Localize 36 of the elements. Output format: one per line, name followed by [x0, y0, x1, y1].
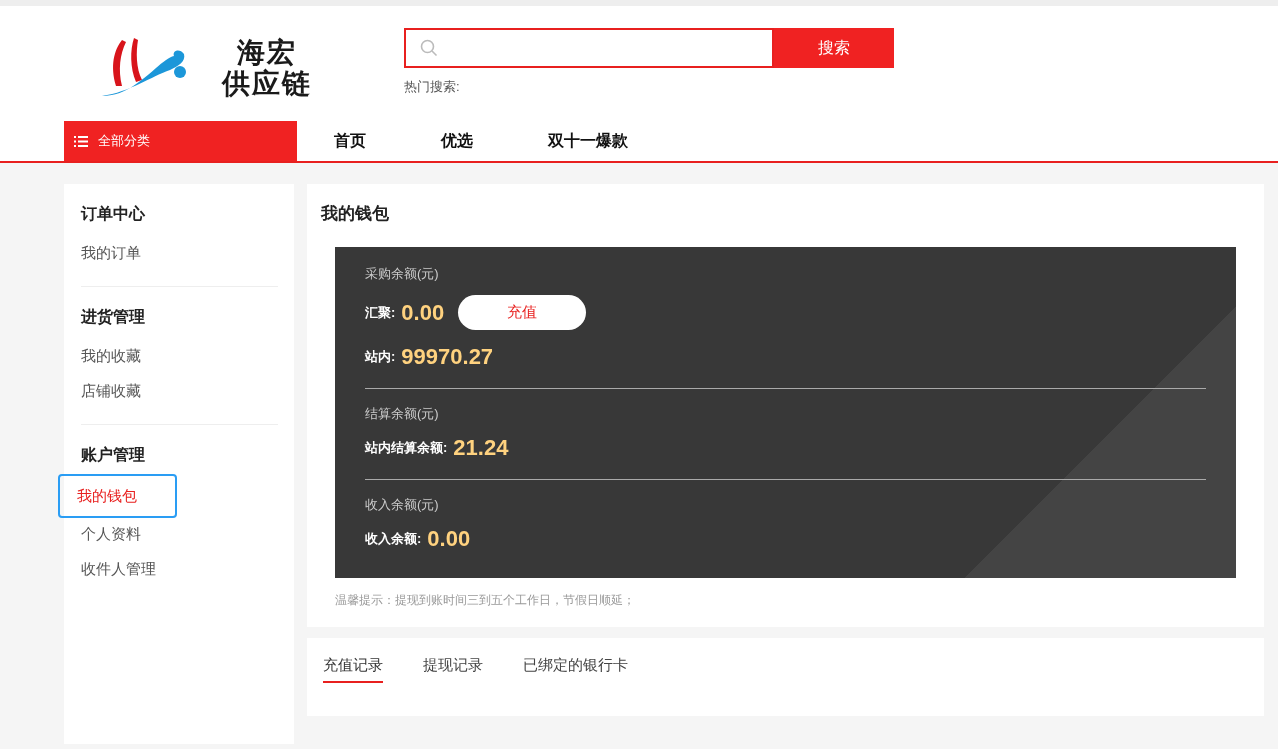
sidebar-item[interactable]: 我的订单 [81, 235, 141, 270]
sidebar-heading: 订单中心 [81, 204, 146, 224]
balance-amount: 21.24 [453, 435, 509, 461]
panel-title: 我的钱包 [321, 203, 390, 225]
balance-amount: 0.00 [427, 526, 471, 552]
menu-icon [74, 135, 88, 147]
balance-heading: 结算余额(元) [365, 405, 440, 423]
balance-heading: 收入余额(元) [365, 496, 440, 514]
sidebar-item[interactable]: 我的收藏 [81, 338, 141, 373]
notice-text: 温馨提示：提现到账时间三到五个工作日，节假日顺延； [335, 592, 636, 609]
tab[interactable]: 提现记录 [423, 656, 483, 683]
nav-link[interactable]: 双十一爆款 [548, 121, 628, 161]
balance-heading: 采购余额(元) [365, 265, 440, 283]
balance-label: 收入余额: [365, 530, 422, 548]
logo-text: 海宏 供应链 [222, 37, 312, 99]
tab[interactable]: 已绑定的银行卡 [523, 656, 628, 683]
tab[interactable]: 充值记录 [323, 656, 383, 683]
search-icon [420, 39, 438, 57]
hot-search-label: 热门搜索: [404, 78, 461, 96]
balance-label: 站内结算余额: [365, 439, 448, 457]
nav-link[interactable]: 首页 [334, 121, 366, 161]
sidebar-item[interactable]: 个人资料 [81, 516, 141, 551]
recharge-button[interactable]: 充值 [458, 295, 587, 330]
search-button[interactable]: 搜索 [774, 28, 894, 68]
balance-amount: 0.00 [401, 299, 445, 326]
all-categories-button[interactable]: 全部分类 [64, 121, 297, 161]
nav-link[interactable]: 优选 [441, 121, 473, 161]
sidebar-item[interactable]: 收件人管理 [81, 551, 156, 586]
sidebar-item[interactable]: 店铺收藏 [81, 373, 141, 408]
sidebar-heading: 进货管理 [81, 307, 146, 328]
sidebar-item[interactable]: 我的钱包 [60, 476, 175, 516]
balance-label: 站内: [365, 348, 396, 366]
search-field[interactable] [404, 28, 774, 68]
sidebar-heading: 账户管理 [81, 445, 146, 465]
balance-label: 汇聚: [365, 303, 396, 322]
balance-amount: 99970.27 [401, 344, 494, 370]
